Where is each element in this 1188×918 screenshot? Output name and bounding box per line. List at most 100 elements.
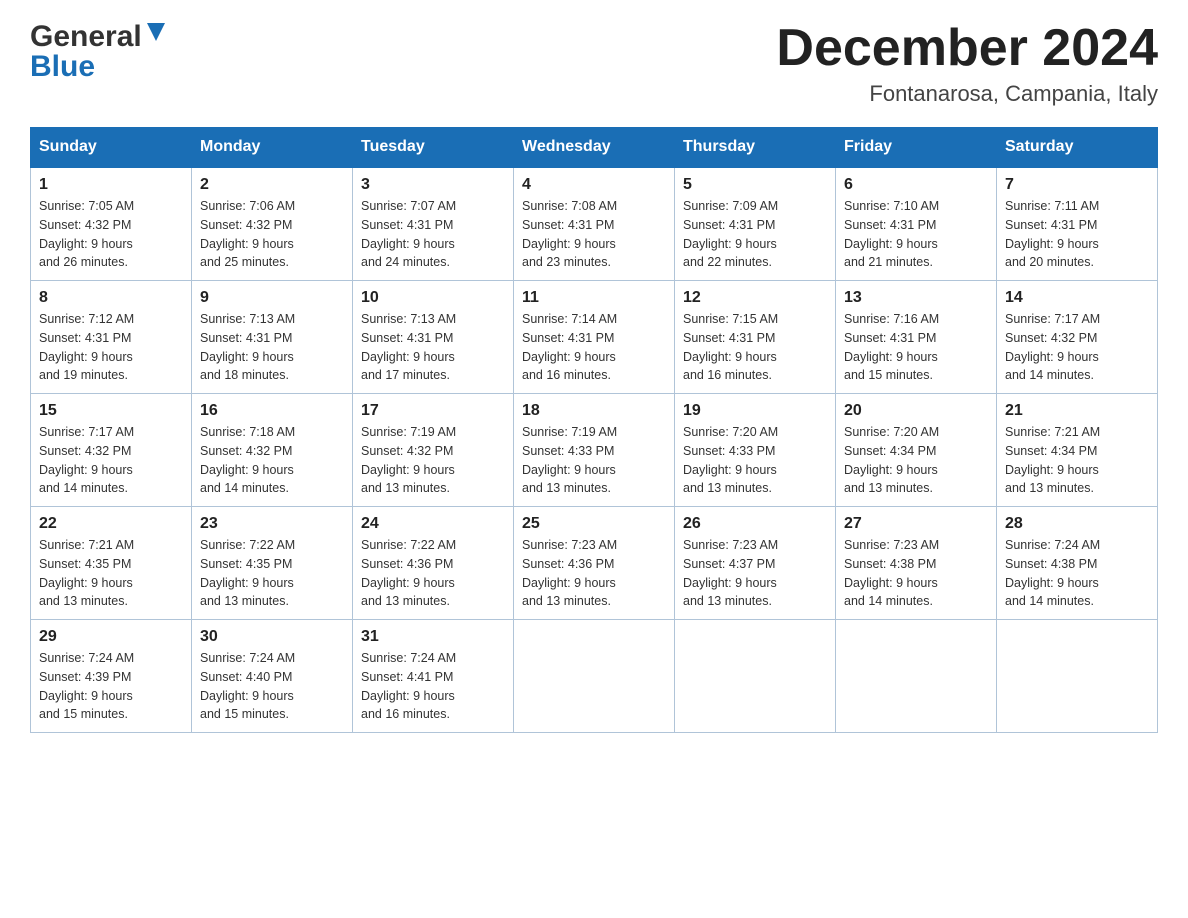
day-info: Sunrise: 7:12 AM Sunset: 4:31 PM Dayligh… (39, 312, 134, 382)
calendar-table: SundayMondayTuesdayWednesdayThursdayFrid… (30, 127, 1158, 733)
calendar-cell: 22 Sunrise: 7:21 AM Sunset: 4:35 PM Dayl… (31, 507, 192, 620)
calendar-header-row: SundayMondayTuesdayWednesdayThursdayFrid… (31, 128, 1158, 168)
day-number: 15 (39, 402, 183, 420)
day-info: Sunrise: 7:17 AM Sunset: 4:32 PM Dayligh… (39, 425, 134, 495)
day-info: Sunrise: 7:23 AM Sunset: 4:37 PM Dayligh… (683, 538, 778, 608)
calendar-cell (997, 620, 1158, 733)
calendar-cell: 16 Sunrise: 7:18 AM Sunset: 4:32 PM Dayl… (192, 394, 353, 507)
day-number: 13 (844, 289, 988, 307)
day-of-week-wednesday: Wednesday (514, 128, 675, 168)
day-of-week-tuesday: Tuesday (353, 128, 514, 168)
day-number: 7 (1005, 176, 1149, 194)
day-of-week-sunday: Sunday (31, 128, 192, 168)
day-number: 29 (39, 628, 183, 646)
day-info: Sunrise: 7:23 AM Sunset: 4:38 PM Dayligh… (844, 538, 939, 608)
day-number: 11 (522, 289, 666, 307)
day-info: Sunrise: 7:22 AM Sunset: 4:36 PM Dayligh… (361, 538, 456, 608)
calendar-cell: 17 Sunrise: 7:19 AM Sunset: 4:32 PM Dayl… (353, 394, 514, 507)
day-info: Sunrise: 7:15 AM Sunset: 4:31 PM Dayligh… (683, 312, 778, 382)
calendar-cell: 6 Sunrise: 7:10 AM Sunset: 4:31 PM Dayli… (836, 167, 997, 281)
calendar-cell: 13 Sunrise: 7:16 AM Sunset: 4:31 PM Dayl… (836, 281, 997, 394)
calendar-cell: 18 Sunrise: 7:19 AM Sunset: 4:33 PM Dayl… (514, 394, 675, 507)
day-number: 5 (683, 176, 827, 194)
day-info: Sunrise: 7:05 AM Sunset: 4:32 PM Dayligh… (39, 199, 134, 269)
day-info: Sunrise: 7:07 AM Sunset: 4:31 PM Dayligh… (361, 199, 456, 269)
day-number: 9 (200, 289, 344, 307)
calendar-cell: 1 Sunrise: 7:05 AM Sunset: 4:32 PM Dayli… (31, 167, 192, 281)
day-info: Sunrise: 7:09 AM Sunset: 4:31 PM Dayligh… (683, 199, 778, 269)
day-info: Sunrise: 7:24 AM Sunset: 4:41 PM Dayligh… (361, 651, 456, 721)
logo-arrow-icon (145, 21, 167, 43)
day-number: 16 (200, 402, 344, 420)
day-number: 14 (1005, 289, 1149, 307)
page-header: General Blue December 2024 Fontanarosa, … (30, 20, 1158, 107)
calendar-cell: 27 Sunrise: 7:23 AM Sunset: 4:38 PM Dayl… (836, 507, 997, 620)
day-number: 21 (1005, 402, 1149, 420)
calendar-cell: 5 Sunrise: 7:09 AM Sunset: 4:31 PM Dayli… (675, 167, 836, 281)
logo: General Blue (30, 20, 167, 84)
calendar-cell: 14 Sunrise: 7:17 AM Sunset: 4:32 PM Dayl… (997, 281, 1158, 394)
day-info: Sunrise: 7:06 AM Sunset: 4:32 PM Dayligh… (200, 199, 295, 269)
calendar-week-row: 22 Sunrise: 7:21 AM Sunset: 4:35 PM Dayl… (31, 507, 1158, 620)
day-number: 28 (1005, 515, 1149, 533)
day-info: Sunrise: 7:19 AM Sunset: 4:33 PM Dayligh… (522, 425, 617, 495)
day-info: Sunrise: 7:08 AM Sunset: 4:31 PM Dayligh… (522, 199, 617, 269)
day-info: Sunrise: 7:13 AM Sunset: 4:31 PM Dayligh… (200, 312, 295, 382)
day-info: Sunrise: 7:20 AM Sunset: 4:34 PM Dayligh… (844, 425, 939, 495)
day-info: Sunrise: 7:21 AM Sunset: 4:35 PM Dayligh… (39, 538, 134, 608)
calendar-cell: 15 Sunrise: 7:17 AM Sunset: 4:32 PM Dayl… (31, 394, 192, 507)
day-info: Sunrise: 7:11 AM Sunset: 4:31 PM Dayligh… (1005, 199, 1099, 269)
calendar-cell: 11 Sunrise: 7:14 AM Sunset: 4:31 PM Dayl… (514, 281, 675, 394)
day-number: 2 (200, 176, 344, 194)
calendar-cell: 26 Sunrise: 7:23 AM Sunset: 4:37 PM Dayl… (675, 507, 836, 620)
calendar-week-row: 29 Sunrise: 7:24 AM Sunset: 4:39 PM Dayl… (31, 620, 1158, 733)
day-info: Sunrise: 7:16 AM Sunset: 4:31 PM Dayligh… (844, 312, 939, 382)
day-info: Sunrise: 7:23 AM Sunset: 4:36 PM Dayligh… (522, 538, 617, 608)
calendar-cell: 28 Sunrise: 7:24 AM Sunset: 4:38 PM Dayl… (997, 507, 1158, 620)
calendar-cell: 8 Sunrise: 7:12 AM Sunset: 4:31 PM Dayli… (31, 281, 192, 394)
day-number: 22 (39, 515, 183, 533)
calendar-title: December 2024 (776, 20, 1158, 77)
day-info: Sunrise: 7:18 AM Sunset: 4:32 PM Dayligh… (200, 425, 295, 495)
calendar-cell: 7 Sunrise: 7:11 AM Sunset: 4:31 PM Dayli… (997, 167, 1158, 281)
day-number: 4 (522, 176, 666, 194)
calendar-cell: 20 Sunrise: 7:20 AM Sunset: 4:34 PM Dayl… (836, 394, 997, 507)
calendar-cell: 3 Sunrise: 7:07 AM Sunset: 4:31 PM Dayli… (353, 167, 514, 281)
day-number: 31 (361, 628, 505, 646)
calendar-cell: 21 Sunrise: 7:21 AM Sunset: 4:34 PM Dayl… (997, 394, 1158, 507)
calendar-cell: 2 Sunrise: 7:06 AM Sunset: 4:32 PM Dayli… (192, 167, 353, 281)
day-number: 25 (522, 515, 666, 533)
calendar-cell: 10 Sunrise: 7:13 AM Sunset: 4:31 PM Dayl… (353, 281, 514, 394)
day-info: Sunrise: 7:13 AM Sunset: 4:31 PM Dayligh… (361, 312, 456, 382)
calendar-cell (514, 620, 675, 733)
day-info: Sunrise: 7:17 AM Sunset: 4:32 PM Dayligh… (1005, 312, 1100, 382)
day-of-week-saturday: Saturday (997, 128, 1158, 168)
day-info: Sunrise: 7:14 AM Sunset: 4:31 PM Dayligh… (522, 312, 617, 382)
day-number: 1 (39, 176, 183, 194)
day-number: 20 (844, 402, 988, 420)
day-number: 12 (683, 289, 827, 307)
day-info: Sunrise: 7:21 AM Sunset: 4:34 PM Dayligh… (1005, 425, 1100, 495)
calendar-cell: 31 Sunrise: 7:24 AM Sunset: 4:41 PM Dayl… (353, 620, 514, 733)
calendar-cell: 29 Sunrise: 7:24 AM Sunset: 4:39 PM Dayl… (31, 620, 192, 733)
day-of-week-thursday: Thursday (675, 128, 836, 168)
calendar-subtitle: Fontanarosa, Campania, Italy (776, 81, 1158, 107)
calendar-cell: 23 Sunrise: 7:22 AM Sunset: 4:35 PM Dayl… (192, 507, 353, 620)
day-info: Sunrise: 7:22 AM Sunset: 4:35 PM Dayligh… (200, 538, 295, 608)
day-number: 3 (361, 176, 505, 194)
day-info: Sunrise: 7:24 AM Sunset: 4:38 PM Dayligh… (1005, 538, 1100, 608)
calendar-cell: 24 Sunrise: 7:22 AM Sunset: 4:36 PM Dayl… (353, 507, 514, 620)
calendar-cell: 9 Sunrise: 7:13 AM Sunset: 4:31 PM Dayli… (192, 281, 353, 394)
logo-blue-text: Blue (30, 50, 95, 84)
day-number: 18 (522, 402, 666, 420)
day-info: Sunrise: 7:24 AM Sunset: 4:40 PM Dayligh… (200, 651, 295, 721)
logo-general-text: General (30, 20, 142, 54)
calendar-cell: 4 Sunrise: 7:08 AM Sunset: 4:31 PM Dayli… (514, 167, 675, 281)
calendar-cell: 19 Sunrise: 7:20 AM Sunset: 4:33 PM Dayl… (675, 394, 836, 507)
calendar-cell (836, 620, 997, 733)
day-info: Sunrise: 7:10 AM Sunset: 4:31 PM Dayligh… (844, 199, 939, 269)
day-of-week-friday: Friday (836, 128, 997, 168)
day-number: 27 (844, 515, 988, 533)
day-number: 30 (200, 628, 344, 646)
calendar-cell (675, 620, 836, 733)
